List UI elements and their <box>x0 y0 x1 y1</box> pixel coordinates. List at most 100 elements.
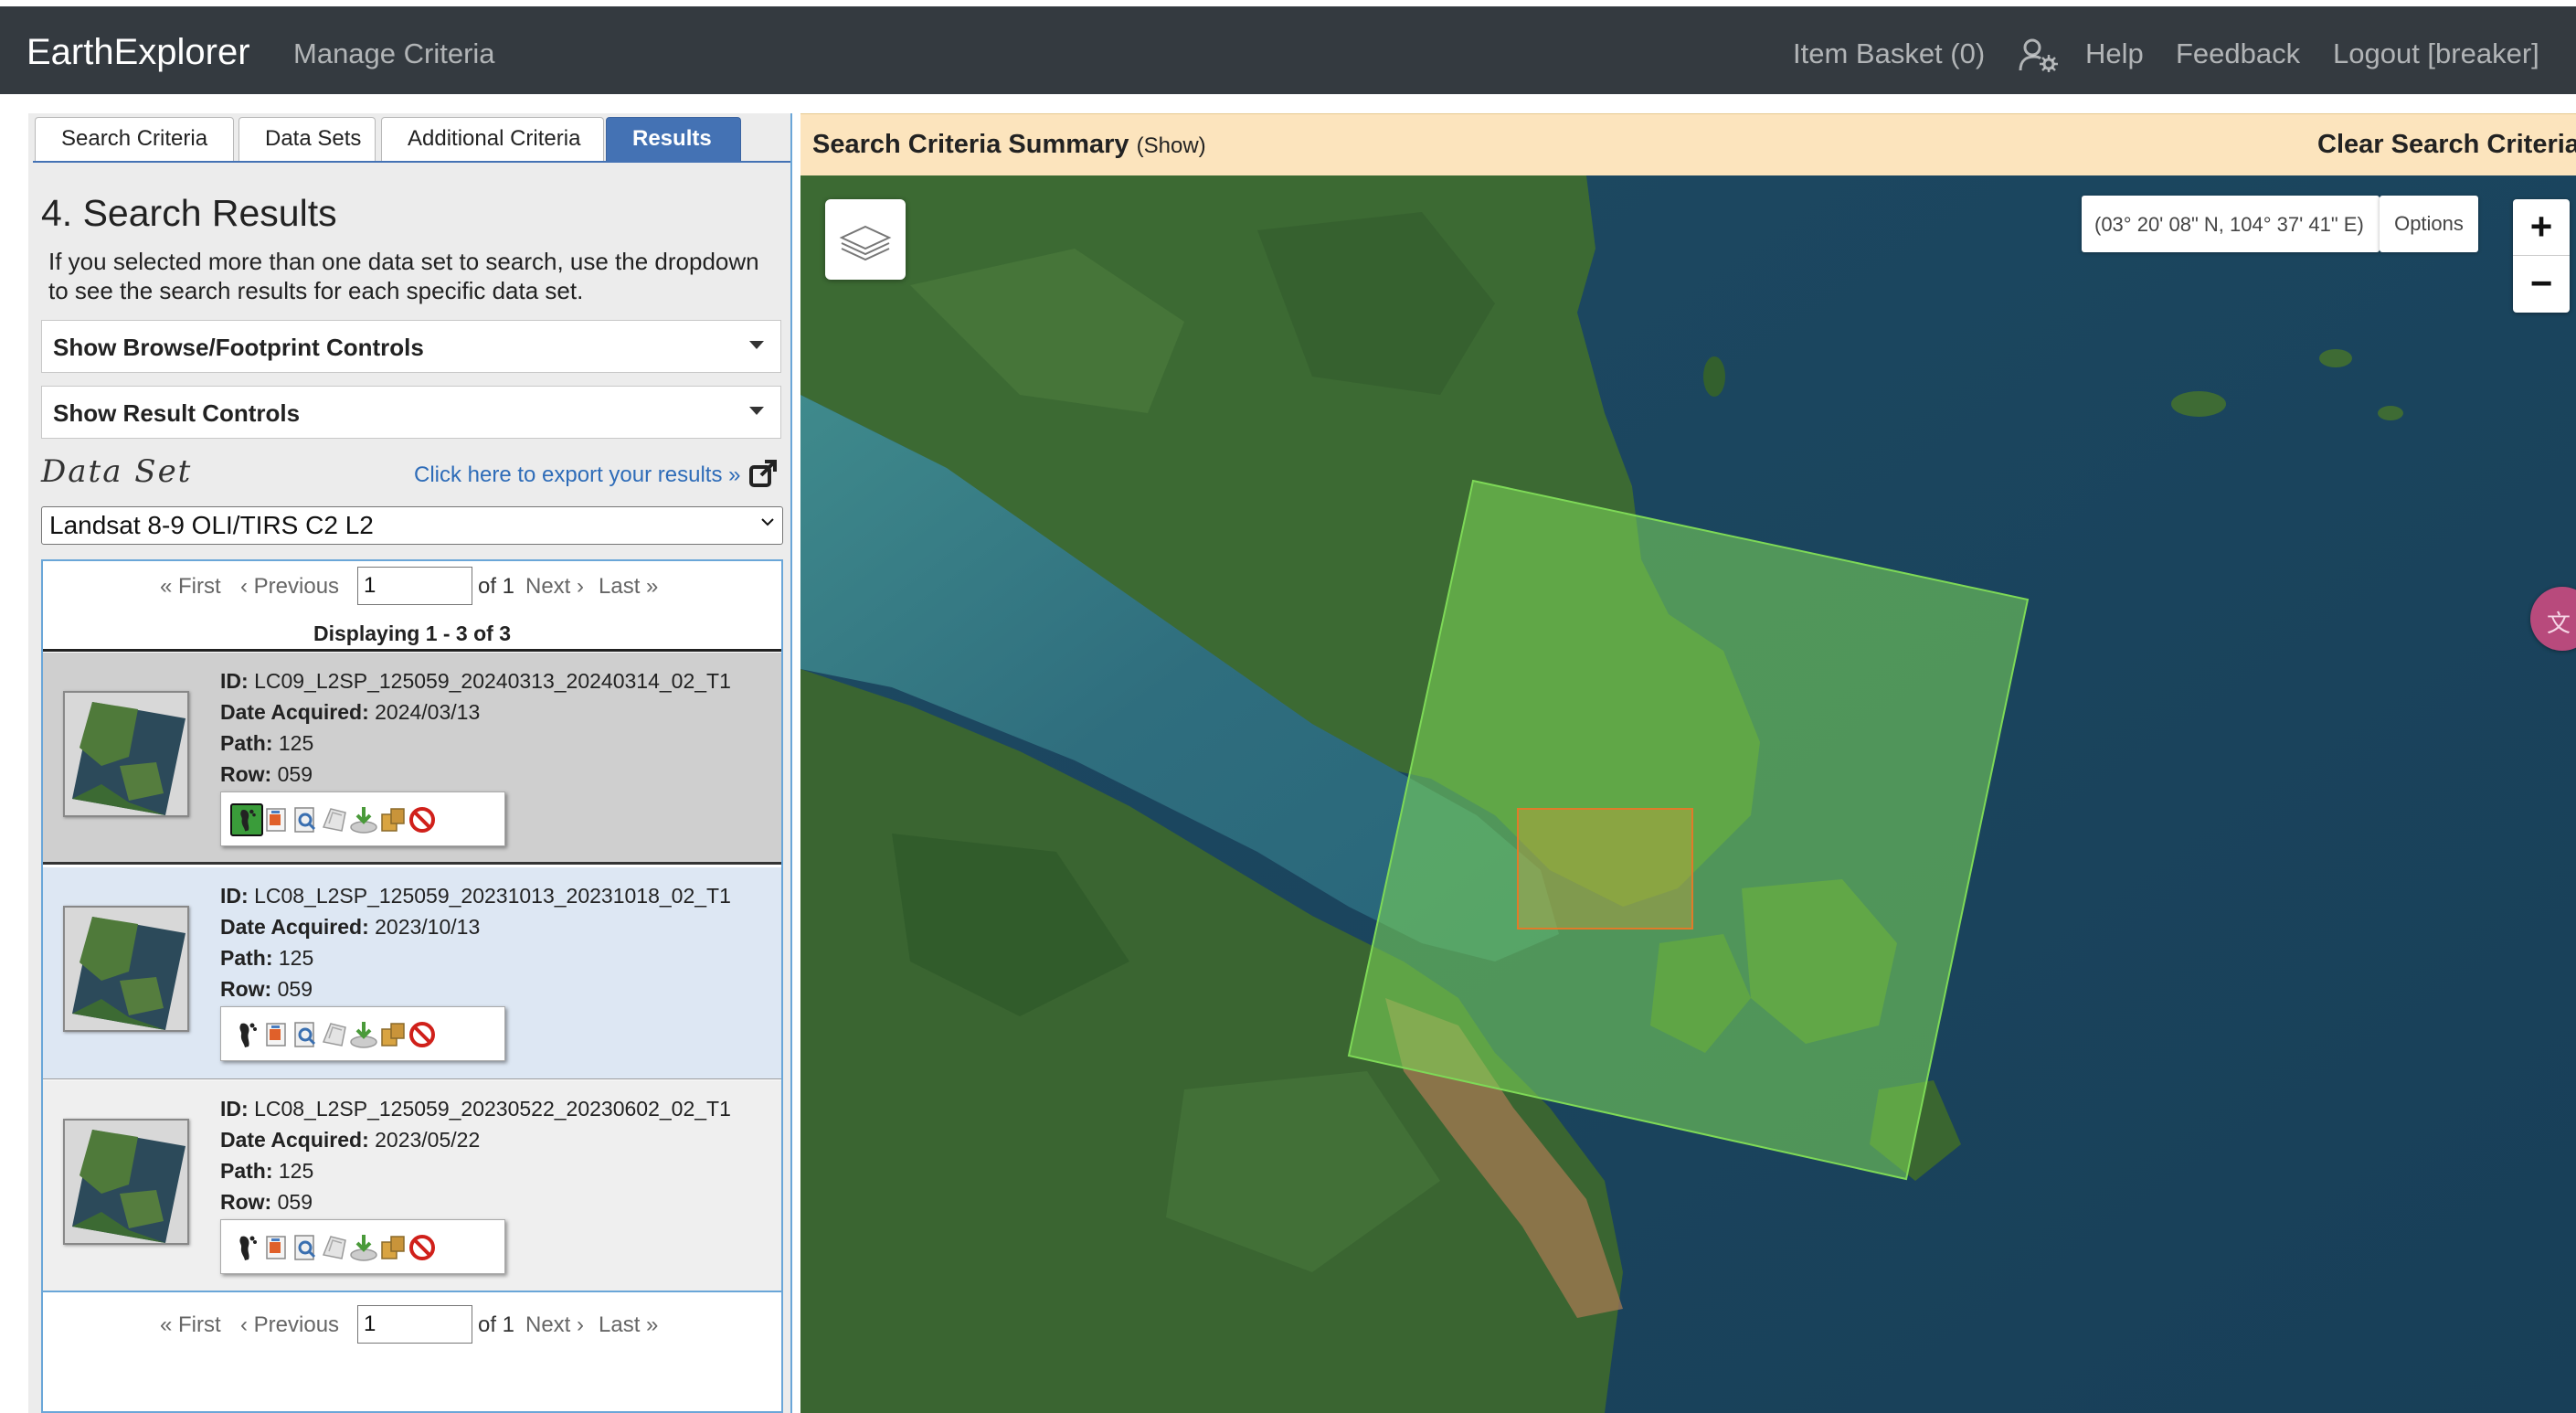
results-list: « First ‹ Previous 1 of 1 Next › Last » … <box>41 559 783 1413</box>
chevron-down-icon <box>749 341 764 349</box>
zoom-control: + − <box>2513 199 2570 313</box>
summary-show-link[interactable]: (Show) <box>1137 133 1206 158</box>
divider <box>43 649 781 652</box>
help-link[interactable]: Help <box>2085 37 2144 70</box>
browse-footprint-controls-toggle[interactable]: Show Browse/Footprint Controls <box>41 320 781 373</box>
dataset-select-value: Landsat 8-9 OLI/TIRS C2 L2 <box>49 511 374 539</box>
brand-logo[interactable]: EarthExplorer <box>27 32 250 73</box>
result-controls-toggle[interactable]: Show Result Controls <box>41 386 781 439</box>
zoom-in-button[interactable]: + <box>2513 199 2570 256</box>
external-link-icon[interactable] <box>748 459 778 488</box>
zoom-out-button[interactable]: − <box>2513 256 2570 313</box>
download-icon[interactable] <box>347 1231 380 1264</box>
footprint-icon[interactable] <box>230 803 263 836</box>
exclude-icon[interactable] <box>406 1231 439 1264</box>
search-panel: Search Criteria Data Sets Additional Cri… <box>28 113 792 1413</box>
map-view[interactable]: (03° 20' 08" N, 104° 37' 41" E) Options … <box>800 175 2576 1413</box>
result-toolbar <box>220 1219 505 1274</box>
compare-icon[interactable] <box>318 1231 351 1264</box>
date-acquired: Date Acquired: 2023/05/22 <box>220 1128 481 1152</box>
tab-results[interactable]: Results <box>606 117 741 161</box>
result-thumbnail[interactable] <box>63 906 189 1032</box>
search-criteria-summary-bar: Search Criteria Summary (Show) Clear Sea… <box>800 113 2576 175</box>
results-heading: 4. Search Results <box>41 192 337 234</box>
first-page-link[interactable]: « First <box>160 1312 221 1338</box>
layers-icon <box>839 225 892 261</box>
footprint-icon[interactable] <box>230 1018 263 1051</box>
compare-icon[interactable] <box>318 803 351 836</box>
result-row[interactable]: ID: LC08_L2SP_125059_20230522_20230602_0… <box>43 1080 781 1292</box>
footprint-icon[interactable] <box>230 1231 263 1264</box>
result-thumbnail[interactable] <box>63 1119 189 1245</box>
order-icon[interactable] <box>376 1018 409 1051</box>
result-row[interactable]: ID: LC09_L2SP_125059_20240313_20240314_0… <box>43 653 781 865</box>
map-options-button[interactable]: Options <box>2380 196 2478 252</box>
metadata-icon[interactable] <box>289 1018 322 1051</box>
page-number-input[interactable]: 1 <box>357 1305 472 1344</box>
row-value: Row: 059 <box>220 1190 313 1214</box>
top-navbar: EarthExplorer Manage Criteria Item Baske… <box>0 6 2576 94</box>
tab-data-sets[interactable]: Data Sets <box>239 117 376 161</box>
scene-id: ID: LC08_L2SP_125059_20231013_20231018_0… <box>220 884 731 908</box>
clear-search-criteria-link[interactable]: Clear Search Criteria <box>2317 130 2576 160</box>
order-icon[interactable] <box>376 1231 409 1264</box>
scene-id: ID: LC08_L2SP_125059_20230522_20230602_0… <box>220 1097 731 1121</box>
last-page-link[interactable]: Last » <box>599 1312 658 1338</box>
result-metadata: ID: LC08_L2SP_125059_20230522_20230602_0… <box>220 1093 731 1217</box>
chevron-down-icon <box>749 407 764 415</box>
manage-criteria-link[interactable]: Manage Criteria <box>293 37 495 70</box>
metadata-icon[interactable] <box>289 803 322 836</box>
download-icon[interactable] <box>347 1018 380 1051</box>
path-value: Path: 125 <box>220 731 314 755</box>
next-page-link[interactable]: Next › <box>525 1312 584 1338</box>
summary-title: Search Criteria Summary (Show) <box>812 130 1206 160</box>
logout-link[interactable]: Logout [breaker] <box>2333 37 2539 70</box>
exclude-icon[interactable] <box>406 1018 439 1051</box>
satellite-basemap[interactable] <box>800 175 2576 1413</box>
row-value: Row: 059 <box>220 977 313 1001</box>
last-page-link[interactable]: Last » <box>599 574 658 600</box>
next-page-link[interactable]: Next › <box>525 574 584 600</box>
date-acquired: Date Acquired: 2023/10/13 <box>220 915 481 939</box>
browse-overlay-icon[interactable] <box>260 1231 292 1264</box>
dataset-label: Data Set <box>41 453 193 490</box>
results-description: If you selected more than one data set t… <box>48 248 759 304</box>
pagination-bottom: « First ‹ Previous 1 of 1 Next › Last » <box>43 1303 781 1344</box>
user-gear-icon[interactable] <box>2019 37 2059 72</box>
result-controls-label: Show Result Controls <box>53 399 301 427</box>
translate-icon: 文 <box>2547 610 2571 637</box>
page-count: of 1 <box>478 574 515 599</box>
compare-icon[interactable] <box>318 1018 351 1051</box>
chevron-down-icon <box>761 518 774 526</box>
cursor-coordinates: (03° 20' 08" N, 104° 37' 41" E) <box>2082 196 2380 252</box>
tab-underline <box>33 161 790 163</box>
date-acquired: Date Acquired: 2024/03/13 <box>220 700 481 724</box>
order-icon[interactable] <box>376 803 409 836</box>
result-thumbnail[interactable] <box>63 691 189 817</box>
result-toolbar <box>220 791 505 846</box>
browse-overlay-icon[interactable] <box>260 1018 292 1051</box>
first-page-link[interactable]: « First <box>160 574 221 600</box>
browse-overlay-icon[interactable] <box>260 803 292 836</box>
item-basket-link[interactable]: Item Basket (0) <box>1793 37 1985 70</box>
exclude-icon[interactable] <box>406 803 439 836</box>
result-metadata: ID: LC08_L2SP_125059_20231013_20231018_0… <box>220 880 731 1004</box>
dataset-select[interactable]: Landsat 8-9 OLI/TIRS C2 L2 <box>41 506 783 545</box>
previous-page-link[interactable]: ‹ Previous <box>240 1312 339 1338</box>
coordinates-text: (03° 20' 08" N, 104° 37' 41" E) <box>2094 213 2364 236</box>
download-icon[interactable] <box>347 803 380 836</box>
tab-additional-criteria[interactable]: Additional Criteria <box>381 117 604 161</box>
layers-button[interactable] <box>825 199 906 280</box>
tab-search-criteria[interactable]: Search Criteria <box>35 117 234 161</box>
result-toolbar <box>220 1006 505 1061</box>
browse-footprint-controls-label: Show Browse/Footprint Controls <box>53 334 424 361</box>
path-value: Path: 125 <box>220 1159 314 1183</box>
page-number-input[interactable]: 1 <box>357 567 472 605</box>
results-count: Displaying 1 - 3 of 3 <box>313 622 511 645</box>
export-results-link[interactable]: Click here to export your results » <box>414 462 740 488</box>
result-row[interactable]: ID: LC08_L2SP_125059_20231013_20231018_0… <box>43 867 781 1079</box>
feedback-link[interactable]: Feedback <box>2176 37 2300 70</box>
metadata-icon[interactable] <box>289 1231 322 1264</box>
result-metadata: ID: LC09_L2SP_125059_20240313_20240314_0… <box>220 665 731 790</box>
previous-page-link[interactable]: ‹ Previous <box>240 574 339 600</box>
